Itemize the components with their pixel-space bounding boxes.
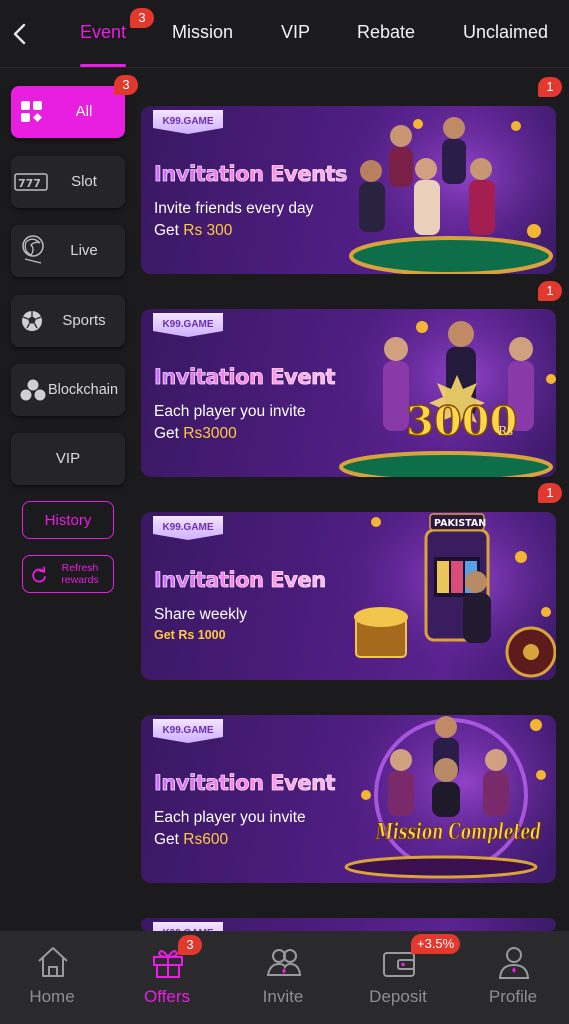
event-reward: Get Rs600 — [154, 831, 229, 848]
sidebar-item-live[interactable]: Live — [11, 225, 125, 277]
event-unread-badge: 1 — [538, 281, 562, 301]
profile-icon — [498, 947, 530, 979]
reward-3000-illustration: 3000 Rs — [326, 309, 556, 477]
category-sidebar: All 3 777 Slot Live Sports Blockchain VI… — [0, 69, 138, 931]
nav-profile[interactable]: Profile — [463, 931, 563, 1024]
sidebar-item-label: Slot — [71, 173, 97, 190]
event-subtitle: Each player you invite — [154, 809, 306, 826]
offers-badge: 3 — [178, 935, 202, 955]
nav-label: Deposit — [369, 987, 427, 1006]
top-tab-bar: Event 3 Mission VIP Rebate Unclaimed — [0, 0, 569, 68]
tab-unclaimed[interactable]: Unclaimed — [463, 22, 548, 43]
tab-mission[interactable]: Mission — [172, 22, 233, 43]
slot-machine-illustration: PAKISTAN — [326, 512, 556, 680]
brand-logo-tag: K99.GAME — [153, 922, 223, 931]
grid-icon — [21, 101, 42, 122]
tab-rebate[interactable]: Rebate — [357, 22, 415, 43]
event-subtitle: Invite friends every day — [154, 200, 314, 217]
live-dealer-icon — [22, 235, 44, 264]
sidebar-all-badge: 3 — [114, 75, 138, 95]
svg-text:777: 777 — [18, 177, 41, 190]
casino-table-illustration — [326, 106, 556, 274]
nav-label: Profile — [488, 987, 538, 1006]
sidebar-item-label: Blockchain — [47, 382, 119, 398]
nav-home[interactable]: Home — [2, 931, 102, 1024]
event-reward: Get Rs 300 — [154, 222, 233, 239]
event-unread-badge: 1 — [538, 483, 562, 503]
tab-vip[interactable]: VIP — [281, 22, 310, 43]
tab-event-badge: 3 — [130, 8, 154, 28]
bottom-navigation: Home Offers 3 Invite Deposit +3.5% Profi… — [0, 931, 569, 1024]
nav-label: Invite — [262, 987, 304, 1006]
deposit-bonus-badge: +3.5% — [411, 934, 461, 954]
event-title: Invitation Event — [154, 771, 336, 796]
event-title: Invitation Even — [154, 568, 327, 593]
event-card[interactable]: K99.GAME Invitation Even Share weekly Ge… — [141, 512, 556, 680]
active-tab-indicator — [80, 64, 126, 67]
event-card[interactable]: K99.GAME Invitation Event Each player yo… — [141, 309, 556, 477]
art-mission-text: Mission Completed — [375, 819, 541, 845]
brand-logo-tag: K99.GAME — [153, 719, 223, 743]
refresh-icon — [32, 566, 46, 583]
art-unit-text: Rs — [498, 424, 513, 438]
history-button[interactable]: History — [22, 501, 114, 539]
refresh-rewards-label: Refresh rewards — [61, 562, 99, 586]
refresh-rewards-button[interactable]: Refresh rewards — [22, 555, 114, 593]
event-title: Invitation Events — [154, 162, 348, 187]
brand-logo-tag: K99.GAME — [153, 110, 223, 134]
event-subtitle: Each player you invite — [154, 403, 306, 420]
event-reward: Get Rs 1000 — [154, 628, 226, 642]
brand-logo-tag: K99.GAME — [153, 516, 223, 540]
event-reward: Get Rs3000 — [154, 425, 237, 442]
soccer-ball-icon — [22, 311, 42, 331]
event-card[interactable]: K99.GAME Invitation Events Invite friend… — [141, 106, 556, 274]
nav-offers[interactable]: Offers — [117, 931, 217, 1024]
sidebar-item-all[interactable]: All — [11, 86, 125, 138]
event-card[interactable]: K99.GAME Invitation Event Each player yo… — [141, 715, 556, 883]
back-arrow-icon[interactable] — [8, 20, 32, 48]
invite-users-icon — [266, 949, 302, 976]
home-icon — [38, 947, 68, 977]
tab-event[interactable]: Event — [80, 22, 126, 43]
sidebar-item-blockchain[interactable]: Blockchain — [11, 364, 125, 416]
nav-invite[interactable]: Invite — [233, 931, 333, 1024]
event-unread-badge: 1 — [538, 77, 562, 97]
sidebar-item-label: Live — [70, 242, 98, 259]
history-label: History — [44, 511, 92, 529]
slot-777-icon: 777 — [14, 173, 48, 191]
brand-logo-tag: K99.GAME — [153, 313, 223, 337]
event-title: Invitation Event — [154, 365, 336, 390]
mission-completed-illustration: Mission Completed — [326, 715, 556, 883]
sidebar-item-label: All — [75, 103, 93, 120]
sidebar-item-slot[interactable]: 777 Slot — [11, 156, 125, 208]
sidebar-item-label: Sports — [62, 312, 106, 329]
blockchain-icon — [20, 379, 46, 401]
event-card[interactable]: K99.GAME — [141, 918, 556, 931]
nav-label: Offers — [144, 987, 190, 1006]
sidebar-item-vip[interactable]: VIP — [11, 433, 125, 485]
sidebar-item-sports[interactable]: Sports — [11, 295, 125, 347]
sidebar-item-label: VIP — [55, 450, 81, 467]
event-subtitle: Share weekly — [154, 606, 248, 623]
nav-label: Home — [29, 987, 75, 1006]
art-sign-text: PAKISTAN — [434, 518, 486, 529]
